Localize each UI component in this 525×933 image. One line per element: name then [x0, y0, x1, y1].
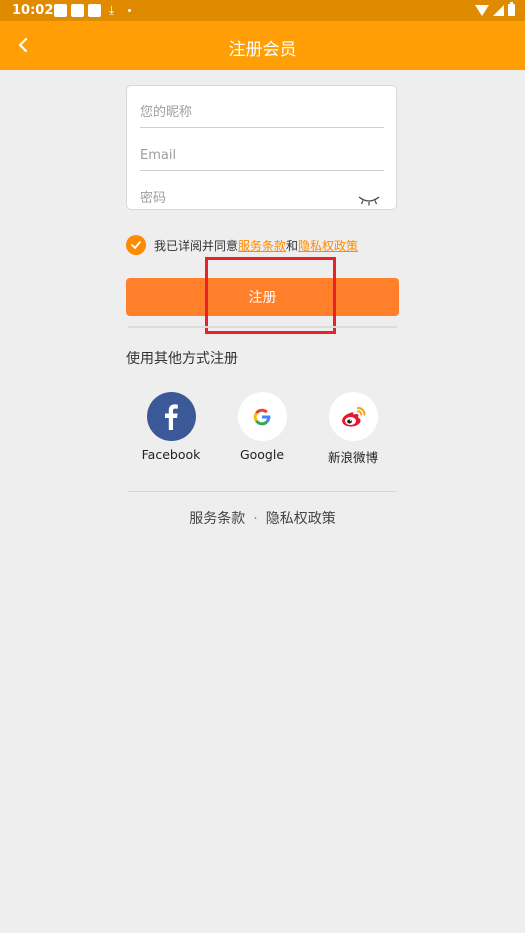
facebook-icon — [165, 403, 178, 430]
terms-link[interactable]: 服务条款 — [238, 239, 286, 253]
facebook-login-button[interactable]: Facebook — [136, 392, 206, 462]
password-field-wrapper — [140, 184, 384, 212]
wifi-icon — [475, 4, 489, 16]
battery-icon — [508, 2, 515, 16]
google-login-button[interactable]: Google — [227, 392, 297, 462]
notification-icon — [88, 4, 101, 17]
notification-icons: ⤓ — [54, 4, 131, 17]
google-label: Google — [239, 447, 285, 462]
register-form — [126, 85, 397, 212]
register-button[interactable]: 注册 — [126, 278, 399, 316]
privacy-link[interactable]: 隐私权政策 — [298, 239, 358, 253]
agreement-row: 我已详阅并同意服务条款和隐私权政策 — [126, 235, 358, 255]
agreement-text: 我已详阅并同意服务条款和隐私权政策 — [154, 237, 358, 254]
checkmark-icon — [131, 241, 141, 249]
agreement-prefix: 我已详阅并同意 — [154, 238, 239, 253]
weibo-login-button[interactable]: 新浪微博 — [318, 392, 388, 466]
facebook-circle — [146, 392, 196, 441]
agree-checkbox[interactable] — [126, 235, 146, 255]
status-time: 10:02 — [12, 3, 54, 18]
footer-links: 服务条款 · 隐私权政策 — [0, 508, 525, 528]
eye-closed-icon[interactable] — [358, 195, 380, 207]
weibo-icon — [342, 406, 366, 427]
footer-divider — [128, 491, 396, 492]
other-methods-title: 使用其他方式注册 — [126, 351, 238, 367]
agreement-conjunction: 和 — [286, 238, 299, 253]
weibo-label: 新浪微博 — [327, 450, 378, 465]
field-underline — [140, 127, 384, 128]
field-underline — [140, 170, 384, 171]
google-circle — [237, 392, 287, 441]
notification-icon — [71, 4, 84, 17]
page-title: 注册会员 — [228, 40, 297, 60]
password-input[interactable] — [140, 184, 384, 212]
status-bar: 10:02 ⤓ — [0, 0, 525, 21]
divider — [128, 326, 397, 328]
notification-icon — [54, 4, 67, 17]
nickname-input[interactable] — [140, 98, 384, 126]
footer-terms-link[interactable]: 服务条款 — [189, 511, 245, 527]
email-field-wrapper — [140, 141, 384, 171]
footer-separator: · — [253, 511, 258, 527]
signal-icon — [493, 4, 504, 16]
footer-privacy-link[interactable]: 隐私权政策 — [266, 511, 336, 527]
email-input[interactable] — [140, 141, 384, 169]
system-icons — [475, 2, 515, 16]
nickname-field-wrapper — [140, 98, 384, 128]
google-icon — [253, 408, 271, 425]
more-notifications-icon — [128, 9, 131, 12]
download-icon: ⤓ — [108, 3, 115, 17]
weibo-circle — [328, 392, 378, 441]
facebook-label: Facebook — [141, 447, 201, 462]
app-bar: 注册会员 — [0, 21, 525, 70]
